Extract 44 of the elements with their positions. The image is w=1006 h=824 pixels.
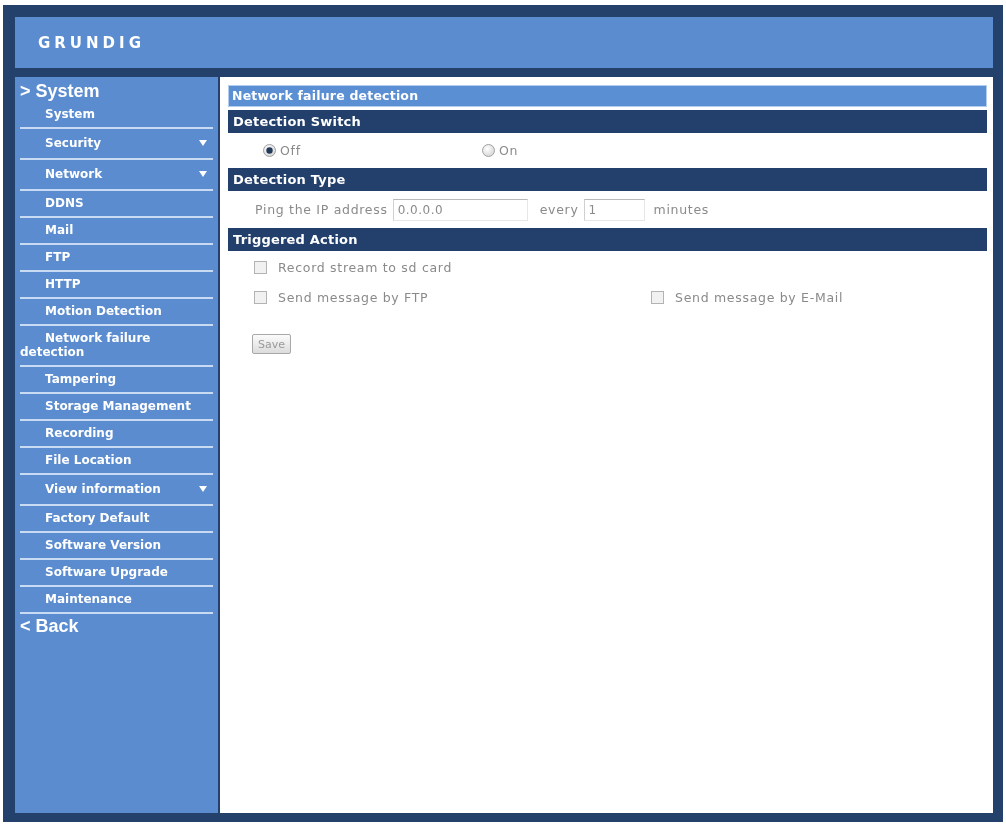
sidebar-item[interactable]: Network failure detection (20, 326, 213, 367)
field-label: Ping the IP address (255, 202, 388, 217)
page-title: Network failure detection (228, 85, 987, 107)
interval-field[interactable]: 1 (583, 198, 645, 221)
sidebar-item[interactable]: Motion Detection (20, 299, 213, 326)
sidebar-item[interactable]: Software Upgrade (20, 560, 213, 587)
sidebar-item[interactable]: Storage Management (20, 394, 213, 421)
caret-down-icon (199, 140, 207, 146)
unit-label: minutes (653, 202, 709, 217)
field-label: every (539, 202, 579, 217)
section-header: Detection Type (228, 168, 987, 191)
checkbox[interactable] (254, 260, 267, 274)
sidebar-item[interactable]: DDNS (20, 191, 213, 218)
caret-down-icon (199, 171, 207, 177)
section-header: Detection Switch (228, 110, 987, 133)
checkbox-label: Send message by FTP (278, 289, 429, 305)
checkbox[interactable] (651, 290, 664, 304)
back-link[interactable]: < Back (20, 614, 79, 637)
sidebar-item[interactable]: Mail (20, 218, 213, 245)
radio-button[interactable] (263, 144, 276, 157)
sidebar-item[interactable]: Tampering (20, 367, 213, 394)
radio-label: Off (280, 143, 301, 158)
sidebar-item[interactable]: File Location (20, 448, 213, 475)
sidebar-item[interactable]: Maintenance (20, 587, 213, 614)
save-button[interactable]: Save (252, 334, 291, 354)
caret-down-icon (199, 486, 207, 492)
sidebar-item[interactable]: HTTP (20, 272, 213, 299)
sidebar-item[interactable]: Security (20, 129, 213, 160)
sidebar-item[interactable]: System (20, 102, 213, 129)
sidebar-item[interactable]: FTP (20, 245, 213, 272)
radio-button[interactable] (482, 144, 495, 157)
sidebar-item[interactable]: View information (20, 475, 213, 506)
brand-logo: GRUNDIG (38, 33, 145, 52)
sidebar-item[interactable]: Recording (20, 421, 213, 448)
sidebar-item[interactable]: Network (20, 160, 213, 191)
checkbox-label: Send message by E-Mail (675, 289, 844, 305)
sidebar-item[interactable]: Factory Default (20, 506, 213, 533)
ip-address-field[interactable]: 0.0.0.0 (392, 198, 528, 221)
sidebar-heading: > System (20, 80, 101, 102)
checkbox-label: Record stream to sd card (278, 259, 453, 275)
sidebar-item[interactable]: Software Version (20, 533, 213, 560)
section-header: Triggered Action (228, 228, 987, 251)
radio-label: On (499, 143, 519, 158)
checkbox[interactable] (254, 290, 267, 304)
